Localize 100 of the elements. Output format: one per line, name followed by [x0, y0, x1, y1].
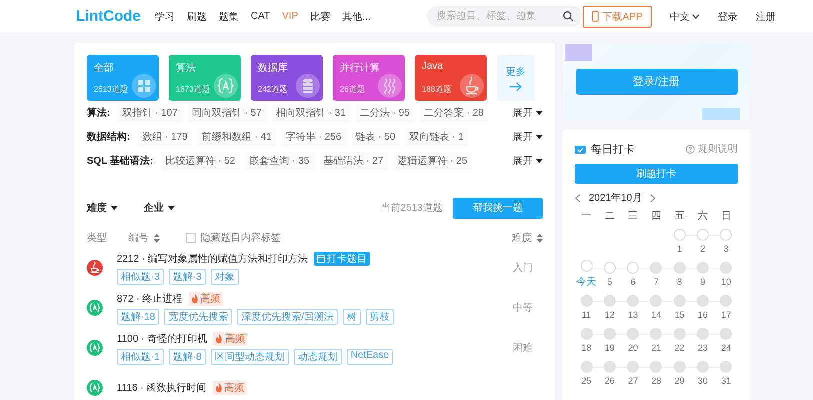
checkin-dot[interactable] [650, 328, 662, 340]
problem-tag[interactable]: 相似题·1 [117, 348, 164, 364]
category-title: 并行计算 [340, 62, 381, 75]
topic-tag[interactable]: 字符串 · 256 [282, 128, 346, 146]
problem-tag[interactable]: 区间型动态规划 [210, 348, 289, 364]
category-title: 数据库 [258, 62, 289, 75]
sort-header[interactable]: 编号 [129, 231, 160, 245]
problem-tag[interactable]: 剪枝 [366, 308, 394, 324]
checkin-dot[interactable] [674, 262, 686, 274]
weekday-label: 六 [697, 210, 710, 224]
topic-tag[interactable]: 基础语法 · 27 [320, 152, 388, 170]
checkin-dot[interactable] [627, 361, 640, 373]
filter-dropdown[interactable]: 企业 [144, 201, 175, 215]
rules-link[interactable]: 规则说明 [686, 142, 738, 156]
checkin-dot[interactable] [674, 361, 686, 373]
problem-tag[interactable]: 题解·3 [168, 268, 206, 284]
nav-link[interactable]: 题集 [219, 10, 239, 24]
checkin-dot[interactable] [720, 262, 732, 274]
checkin-dot[interactable] [720, 361, 732, 373]
checkin-dot[interactable] [650, 262, 662, 274]
problem-tag[interactable]: 相似题·3 [117, 268, 164, 284]
problem-tag[interactable]: 深度优先搜索/回溯法 [237, 308, 338, 324]
braces-icon [214, 74, 238, 98]
checkin-dot[interactable] [604, 295, 616, 307]
checkin-dot[interactable] [604, 328, 616, 340]
problem-tag[interactable]: 题解·18 [117, 308, 160, 324]
checkin-dot[interactable] [697, 229, 710, 241]
category-card[interactable]: 并行计算 26道题 [333, 55, 405, 101]
problem-title[interactable]: 1100 · 奇怪的打印机 [117, 332, 208, 346]
day-number: 27 [628, 376, 638, 386]
day-number: 7 [654, 277, 659, 287]
checkin-dot[interactable] [627, 328, 640, 340]
nav-link[interactable]: 学习 [155, 10, 175, 24]
checkin-dot[interactable] [604, 262, 616, 274]
search-field[interactable]: 搜索题目、标签、题集 [426, 6, 583, 27]
topic-tag[interactable]: 嵌套查询 · 35 [246, 152, 314, 170]
checkin-dot[interactable] [674, 229, 686, 241]
category-card[interactable]: Java 188道题 [415, 55, 487, 101]
checkin-dot[interactable] [720, 328, 732, 340]
topic-tag[interactable]: 数组 · 179 [138, 128, 192, 146]
problem-tag[interactable]: NetEase [346, 348, 394, 364]
topic-tag[interactable]: 逻辑运算符 · 25 [394, 152, 472, 170]
checkin-dot[interactable] [580, 328, 593, 340]
category-card[interactable]: 数据库 242道题 [251, 55, 323, 101]
topic-tag[interactable]: 链表 · 50 [352, 128, 400, 146]
checkin-dot[interactable] [650, 295, 662, 307]
day-number: 16 [698, 310, 708, 320]
login-link[interactable]: 登录 [718, 10, 738, 24]
checkin-badge: 打卡题目 [314, 252, 370, 266]
nav-link[interactable]: 其他... [342, 10, 371, 24]
search-icon[interactable] [562, 11, 574, 22]
topic-tag[interactable]: 双向链表 · 1 [406, 128, 468, 146]
expand-link[interactable]: 展开 [513, 106, 543, 120]
nav-link[interactable]: 刷题 [187, 10, 207, 24]
checkin-dot[interactable] [720, 295, 732, 307]
checkin-dot[interactable] [650, 361, 662, 373]
caret-icon [168, 206, 175, 210]
checkin-dot[interactable] [580, 295, 593, 307]
checkin-dot[interactable] [580, 260, 593, 272]
checkin-dot[interactable] [580, 361, 593, 373]
language-menu[interactable]: 中文 [670, 10, 700, 24]
checkin-dot[interactable] [627, 262, 640, 274]
sort-header[interactable]: 难度 [512, 231, 543, 245]
day-number: 13 [628, 310, 638, 320]
problem-tag[interactable]: 动态规划 [294, 348, 342, 364]
problem-tag[interactable]: 树 [343, 308, 362, 324]
topic-tag[interactable]: 二分法 · 95 [356, 104, 414, 122]
chevron-left-icon[interactable] [575, 194, 581, 202]
topic-tag[interactable]: 双指针 · 107 [118, 104, 182, 122]
problem-tag[interactable]: 题解·8 [168, 348, 206, 364]
topic-tag[interactable]: 相向双指针 · 31 [272, 104, 350, 122]
expand-link[interactable]: 展开 [513, 130, 543, 144]
problem-title[interactable]: 2212 · 编写对象属性的赋值方法和打印方法 [117, 252, 308, 266]
day-number: 26 [604, 376, 615, 386]
checkin-dot[interactable] [697, 262, 710, 274]
checkin-dot[interactable] [697, 328, 710, 340]
nav-link[interactable]: 比赛 [310, 10, 330, 24]
hot-badge: 高频 [213, 332, 248, 346]
topic-tag[interactable]: 二分答案 · 28 [420, 104, 488, 122]
topic-tag[interactable]: 比较运算符 · 52 [161, 152, 240, 170]
problem-tag[interactable]: 宽度优先搜索 [164, 308, 232, 324]
filter-dropdown[interactable]: 难度 [87, 201, 118, 215]
expand-link[interactable]: 展开 [513, 154, 543, 168]
nav-link[interactable]: CAT [251, 11, 270, 22]
topic-tag[interactable]: 同向双指针 · 57 [188, 104, 266, 122]
checkin-dot[interactable] [674, 295, 686, 307]
checkin-dot[interactable] [697, 295, 710, 307]
checkbox[interactable] [186, 233, 196, 243]
problem-tag[interactable]: 对象 [210, 268, 239, 284]
topic-tag[interactable]: 前缀和数组 · 41 [198, 128, 276, 146]
register-link[interactable]: 注册 [756, 10, 776, 24]
problem-title[interactable]: 1116 · 函数执行时间 [117, 381, 207, 395]
chevron-right-icon[interactable] [650, 194, 656, 202]
checkin-dot[interactable] [604, 361, 616, 373]
category-count: 2513道题 [94, 84, 129, 95]
problem-title[interactable]: 872 · 终止进程 [117, 292, 183, 306]
checkin-dot[interactable] [697, 361, 710, 373]
checkin-dot[interactable] [674, 328, 686, 340]
checkin-dot[interactable] [627, 295, 640, 307]
checkin-dot[interactable] [720, 229, 732, 241]
